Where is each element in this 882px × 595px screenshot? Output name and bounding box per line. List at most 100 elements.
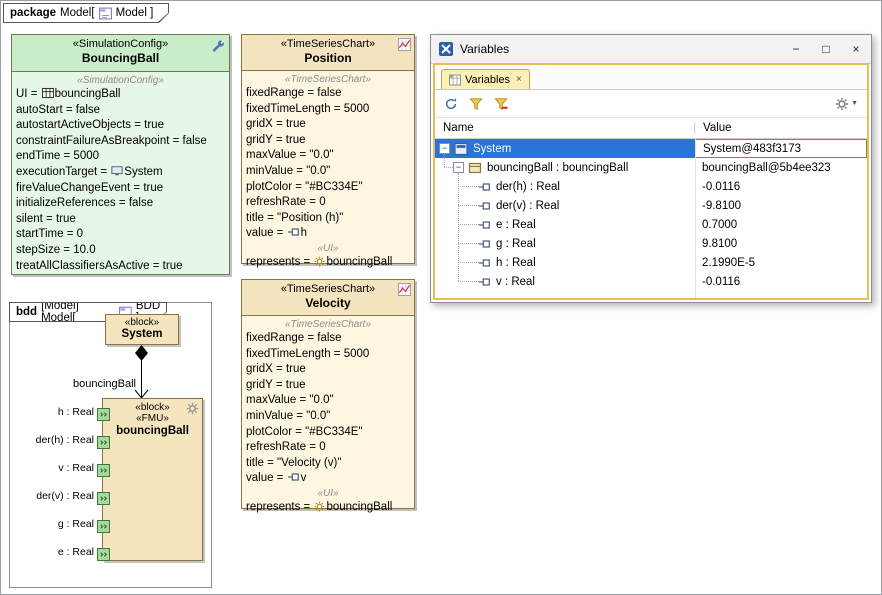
chart-icon: [398, 38, 411, 51]
property-line: treatAllClassifiersAsActive = true: [16, 259, 225, 275]
tab-variables[interactable]: Variables ×: [441, 69, 530, 89]
tree-line: [444, 167, 453, 168]
port-label: h : Real: [18, 406, 94, 418]
connector-role-label: bouncingBall: [36, 378, 136, 390]
package-name: Model[: [60, 7, 95, 19]
port-direction-icon: [99, 438, 108, 447]
port-e[interactable]: [97, 548, 110, 561]
bouncingball-block[interactable]: «block» «FMU» bouncingBall: [102, 398, 203, 561]
chart-header: «TimeSeriesChart» Position: [242, 35, 414, 71]
maximize-button[interactable]: □: [811, 35, 841, 63]
monitor-icon: [111, 165, 123, 177]
variable-name: System: [473, 143, 511, 155]
timeseries-chart-velocity-block[interactable]: «TimeSeriesChart» Velocity «TimeSeriesCh…: [241, 279, 415, 509]
compartment-stereotype: «TimeSeriesChart»: [246, 73, 410, 86]
stereotype-label: «TimeSeriesChart»: [242, 280, 414, 295]
property-line: minValue = "0.0": [246, 164, 410, 180]
property-line: represents = bouncingBall: [246, 500, 410, 516]
diagram-canvas[interactable]: package Model[ Model ] «SimulationConfig…: [0, 0, 882, 595]
tab-strip: Variables ×: [435, 65, 867, 90]
tree-line: [444, 154, 445, 167]
close-button[interactable]: ×: [841, 35, 871, 63]
window-title: Variables: [460, 42, 509, 56]
variables-window[interactable]: Variables − □ × Variables ×: [430, 34, 872, 303]
variable-value-cell[interactable]: -0.0116: [695, 177, 867, 196]
variable-name-cell[interactable]: − System: [435, 139, 695, 158]
property-line: gridX = true: [246, 117, 410, 133]
gear-icon: [186, 402, 199, 415]
refresh-icon[interactable]: [444, 97, 458, 111]
variable-value-cell[interactable]: bouncingBall@5b4ee323: [695, 158, 867, 177]
options-menu-button[interactable]: ▼: [835, 97, 858, 111]
property-line: silent = true: [16, 212, 225, 228]
variable-value-cell[interactable]: -0.0116: [695, 272, 867, 291]
variable-value-cell[interactable]: 9.8100: [695, 234, 867, 253]
port-direction-icon: [99, 410, 108, 419]
bdd-keyword: bdd: [16, 306, 37, 318]
table-row[interactable]: e : Real 0.7000: [435, 215, 867, 234]
property-line: maxValue = "0.0": [246, 393, 410, 409]
wrench-icon: [210, 38, 226, 54]
property-line: executionTarget = System: [16, 165, 225, 181]
value-property-icon: [479, 257, 491, 269]
port-h[interactable]: [97, 408, 110, 421]
variable-value-cell[interactable]: System@483f3173: [695, 139, 867, 158]
variable-value-cell[interactable]: 2.1990E-5: [695, 253, 867, 272]
stereotype-label: «SimulationConfig»: [12, 35, 229, 50]
minimize-button[interactable]: −: [781, 35, 811, 63]
block-name: System: [106, 328, 178, 340]
port-v[interactable]: [97, 464, 110, 477]
value-property-icon: [479, 219, 491, 231]
compartment-stereotype: «TimeSeriesChart»: [246, 318, 410, 331]
simulation-config-block[interactable]: «SimulationConfig» BouncingBall «Simulat…: [11, 34, 230, 275]
port-label: g : Real: [18, 518, 94, 530]
tree-expander[interactable]: −: [439, 143, 450, 154]
variable-name-cell[interactable]: − bouncingBall : bouncingBall: [435, 158, 695, 177]
property-line: plotColor = "#BC334E": [246, 180, 410, 196]
variable-name: der(h) : Real: [496, 181, 560, 193]
package-keyword: package: [10, 7, 56, 19]
tree-expander[interactable]: −: [453, 162, 464, 173]
table-row[interactable]: h : Real 2.1990E-5: [435, 253, 867, 272]
value-property-icon: [479, 181, 491, 193]
system-block[interactable]: «block» System: [105, 314, 179, 345]
ui-grid-icon: [42, 87, 54, 99]
property-line: value = v: [246, 471, 410, 487]
variable-value-cell[interactable]: -9.8100: [695, 196, 867, 215]
bdd-diagram-frame[interactable]: bdd [Model] Model[ BDD ] «block» System …: [9, 302, 212, 588]
property-line: initializeReferences = false: [16, 196, 225, 212]
compartment-stereotype: «SimulationConfig»: [16, 74, 225, 87]
timeseries-chart-position-block[interactable]: «TimeSeriesChart» Position «TimeSeriesCh…: [241, 34, 415, 264]
chevron-down-icon: ▼: [851, 100, 858, 107]
table-row[interactable]: − System System@483f3173: [435, 139, 867, 158]
table-row[interactable]: der(v) : Real -9.8100: [435, 196, 867, 215]
port-label: v : Real: [18, 462, 94, 474]
table-row[interactable]: der(h) : Real -0.0116: [435, 177, 867, 196]
column-header-value[interactable]: Value: [695, 122, 867, 134]
app-icon: [438, 41, 454, 57]
port-direction-icon: [99, 494, 108, 503]
package-header-tab[interactable]: package Model[ Model ]: [3, 3, 169, 23]
property-line: value = h: [246, 226, 410, 242]
tree-line: [458, 224, 479, 225]
variables-tree: − System System@483f3173 − bouncingBall …: [435, 139, 867, 298]
table-row[interactable]: g : Real 9.8100: [435, 234, 867, 253]
variable-value-cell[interactable]: 0.7000: [695, 215, 867, 234]
column-header-name[interactable]: Name: [435, 122, 695, 134]
port-g[interactable]: [97, 520, 110, 533]
port-der-v[interactable]: [97, 492, 110, 505]
property-line: plotColor = "#BC334E": [246, 425, 410, 441]
clear-filter-icon[interactable]: [494, 97, 508, 111]
tree-line: [458, 243, 479, 244]
property-line: gridY = true: [246, 378, 410, 394]
block-instance-icon: [468, 161, 482, 175]
diagram-icon: [99, 7, 112, 20]
port-der-h[interactable]: [97, 436, 110, 449]
filter-icon[interactable]: [469, 97, 483, 111]
tab-close-icon[interactable]: ×: [516, 74, 522, 85]
window-titlebar[interactable]: Variables − □ ×: [431, 35, 871, 64]
table-row[interactable]: − bouncingBall : bouncingBall bouncingBa…: [435, 158, 867, 177]
gear-icon: [314, 256, 325, 267]
table-row[interactable]: v : Real -0.0116: [435, 272, 867, 291]
package-diagram-name: Model ]: [116, 7, 154, 19]
